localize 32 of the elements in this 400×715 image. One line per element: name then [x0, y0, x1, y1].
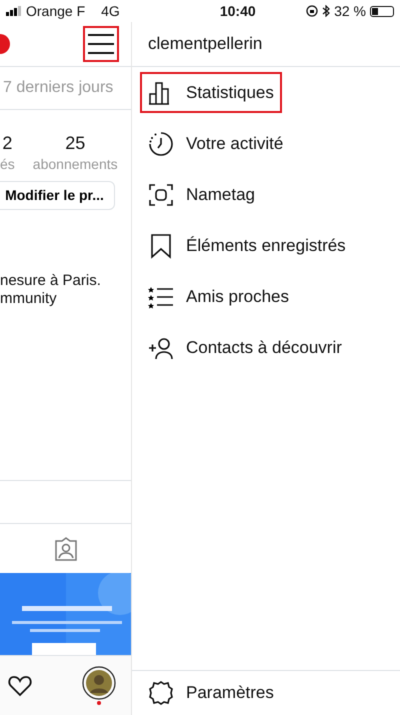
battery-percent: 32 % — [334, 2, 366, 20]
settings-button[interactable]: Paramètres — [132, 670, 400, 715]
bookmark-icon — [148, 232, 174, 258]
rotation-lock-icon — [306, 5, 318, 17]
battery-icon — [370, 6, 394, 16]
stat-label: és — [0, 157, 15, 171]
carrier-name: Orange F — [26, 2, 86, 21]
bluetooth-icon — [322, 5, 330, 17]
edit-profile-button[interactable]: Modifier le pr... — [0, 181, 115, 210]
menu-item[interactable]: Nametag — [142, 176, 261, 213]
gear-icon — [148, 680, 174, 706]
menu-item[interactable]: Statistiques — [142, 74, 280, 111]
menu-item[interactable]: Éléments enregistrés — [142, 227, 352, 264]
tagged-icon[interactable] — [52, 536, 78, 562]
menu-item[interactable]: Votre activité — [142, 125, 290, 162]
bio-text: mmunity — [0, 290, 58, 308]
bio-text: nesure à Paris. — [0, 272, 102, 290]
stat-label: abonnements — [32, 157, 118, 171]
clock-time: 10:40 — [220, 2, 256, 20]
username: clementpellerin — [148, 33, 262, 56]
network-type: 4G — [101, 2, 120, 20]
profile-avatar[interactable] — [82, 666, 116, 706]
signal-icon — [6, 6, 22, 16]
stat-value: 25 — [65, 132, 86, 155]
menu-item[interactable]: Contacts à découvrir — [142, 329, 348, 366]
clock-icon — [148, 130, 174, 156]
menu-button[interactable] — [85, 28, 117, 60]
heart-icon[interactable] — [8, 674, 32, 696]
menu-item[interactable]: Amis proches — [142, 278, 295, 315]
period-label: 7 derniers jours — [3, 78, 114, 98]
scan-icon — [148, 182, 174, 208]
stat-value: 2 — [2, 132, 12, 155]
